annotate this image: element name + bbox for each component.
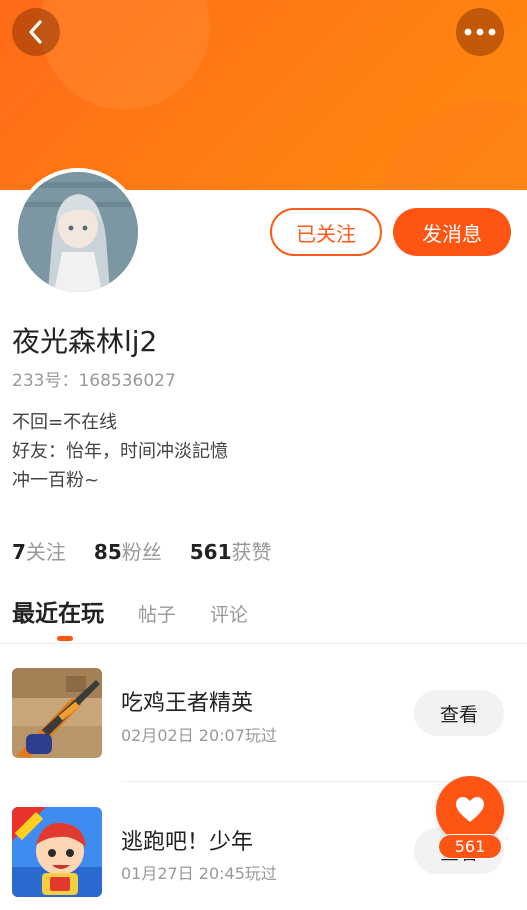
stats-bar: 7关注 85粉丝 561获赞 xyxy=(12,536,300,565)
active-tab-indicator xyxy=(57,636,73,641)
heart-icon xyxy=(456,797,484,822)
profile-header-banner xyxy=(0,0,527,190)
stat-count: 561 xyxy=(189,540,232,564)
avatar[interactable] xyxy=(14,168,142,296)
stat-label: 粉丝 xyxy=(121,540,162,564)
chevron-left-icon xyxy=(29,20,42,44)
like-count-badge: 561 xyxy=(438,834,502,859)
username: 夜光森林lj2 xyxy=(12,325,158,358)
stat-label: 关注 xyxy=(25,540,66,564)
tab-recently-played[interactable]: 最近在玩 xyxy=(12,594,104,628)
avatar-image xyxy=(18,172,138,292)
profile-tabs: 最近在玩 帖子 评论 xyxy=(12,594,282,628)
more-horizontal-icon xyxy=(464,28,496,36)
bio-line: 冲一百粉~ xyxy=(12,470,100,491)
following-button[interactable]: 已关注 xyxy=(270,208,382,256)
divider xyxy=(0,643,527,644)
bio-line: 好友：怡年，时间冲淡記憶 xyxy=(12,441,228,462)
stat-likes: 561获赞 xyxy=(190,536,272,565)
game-list-item[interactable]: 吃鸡王者精英 02月02日 20:07玩过 查看 xyxy=(0,652,527,772)
game-played-time: 01月27日 20:45玩过 xyxy=(121,864,277,883)
back-button[interactable] xyxy=(12,8,60,56)
stat-count: 7 xyxy=(12,540,26,564)
tab-posts[interactable]: 帖子 xyxy=(138,600,176,627)
view-game-button[interactable]: 查看 xyxy=(414,690,504,736)
game-title: 逃跑吧！少年 xyxy=(121,830,254,855)
more-button[interactable] xyxy=(456,8,504,56)
tab-comments[interactable]: 评论 xyxy=(210,600,248,627)
bio-line: 不回=不在线 xyxy=(12,412,118,433)
bio: 不回=不在线 好友：怡年，时间冲淡記憶 冲一百粉~ xyxy=(12,408,228,495)
stat-fans[interactable]: 85粉丝 xyxy=(94,536,162,565)
send-message-button[interactable]: 发消息 xyxy=(393,208,511,256)
stat-count: 85 xyxy=(93,540,122,564)
game-played-time: 02月02日 20:07玩过 xyxy=(121,726,277,745)
stat-label: 获赞 xyxy=(231,540,272,564)
game-icon xyxy=(12,668,102,758)
user-id: 233号：168536027 xyxy=(12,371,176,391)
game-icon xyxy=(12,807,102,897)
game-title: 吃鸡王者精英 xyxy=(121,691,254,716)
stat-following[interactable]: 7关注 xyxy=(12,536,66,565)
